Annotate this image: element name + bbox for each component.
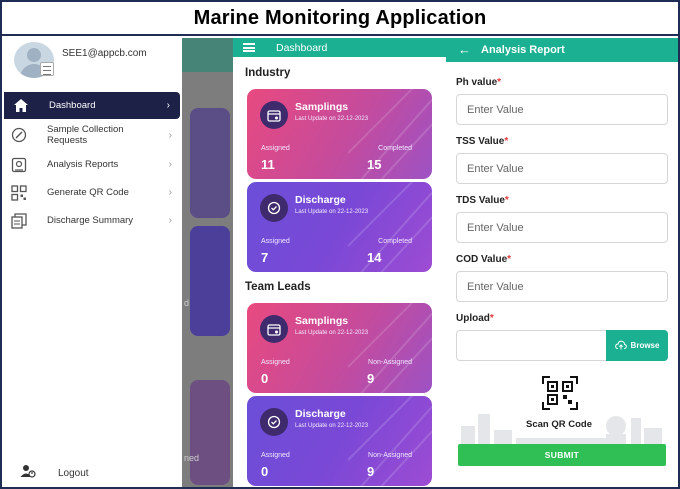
- report-header-title: Analysis Report: [481, 44, 565, 56]
- card-right-label: Completed: [378, 145, 412, 152]
- user-email: SEE1@appcb.com: [62, 48, 147, 59]
- industry-discharge-card[interactable]: Discharge Last Update on 22-12-2023 Assi…: [247, 182, 432, 272]
- logout-icon: [20, 464, 36, 483]
- browse-label: Browse: [630, 341, 660, 350]
- upload-label: Upload*: [456, 313, 494, 324]
- chevron-right-icon: ›: [166, 100, 170, 111]
- dashboard-screen: Dashboard Industry Samplings Last Update…: [233, 38, 446, 487]
- card-left-label: Assigned: [261, 238, 290, 245]
- menu-item-generate-qr[interactable]: Generate QR Code ›: [2, 179, 182, 206]
- background-card: [190, 226, 230, 336]
- tds-value-label: TDS Value*: [456, 195, 509, 206]
- menu-item-label: Dashboard: [49, 100, 96, 111]
- background-card: [190, 108, 230, 218]
- tds-value-input[interactable]: [456, 212, 668, 243]
- card-right-label: Completed: [378, 238, 412, 245]
- page-title-bar: Marine Monitoring Application: [2, 2, 678, 36]
- card-right-value: 9: [367, 371, 375, 386]
- card-left-label: Assigned: [261, 359, 290, 366]
- card-left-value: 0: [261, 464, 269, 479]
- card-right-label: Non-Assigned: [368, 359, 412, 366]
- hamburger-menu-icon[interactable]: [243, 43, 255, 52]
- card-right-value: 9: [367, 464, 375, 479]
- qr-grid-icon: [11, 184, 27, 201]
- cod-value-label: COD Value*: [456, 254, 512, 265]
- drawer-screen: d ned SEE1@appcb.com Dashboard › Sample: [2, 38, 233, 487]
- background-header: [180, 38, 233, 72]
- upload-field[interactable]: Browse: [456, 330, 668, 361]
- menu-item-dashboard[interactable]: Dashboard ›: [4, 92, 180, 119]
- documents-icon: [11, 212, 27, 229]
- menu-item-label: Generate QR Code: [47, 187, 129, 198]
- chevron-right-icon: ›: [168, 129, 172, 141]
- card-left-value: 7: [261, 250, 269, 265]
- menu-item-label: Discharge Summary: [47, 215, 134, 226]
- clipboard-link-icon: [11, 127, 27, 143]
- card-last-update: Last Update on 22-12-2023: [295, 116, 369, 122]
- submit-button[interactable]: SUBMIT: [458, 444, 666, 466]
- dashboard-header-title: Dashboard: [276, 41, 328, 54]
- background-text: d: [184, 298, 190, 308]
- teamleads-samplings-card[interactable]: Samplings Last Update on 22-12-2023 Assi…: [247, 303, 432, 393]
- tss-value-input[interactable]: [456, 153, 668, 184]
- drawer-menu: Dashboard › Sample Collection Requests ›…: [2, 92, 182, 235]
- card-left-label: Assigned: [261, 452, 290, 459]
- section-title-industry: Industry: [245, 67, 291, 79]
- menu-item-sample-collection[interactable]: Sample Collection Requests ›: [2, 120, 182, 150]
- card-title: Discharge: [295, 194, 346, 206]
- browse-button[interactable]: Browse: [606, 330, 668, 361]
- profile-doc-icon: [40, 62, 54, 76]
- report-icon: [11, 157, 27, 173]
- card-right-value: 14: [367, 250, 382, 265]
- industry-samplings-card[interactable]: Samplings Last Update on 22-12-2023 Assi…: [247, 89, 432, 179]
- chevron-right-icon: ›: [168, 159, 172, 170]
- card-title: Discharge: [295, 408, 346, 420]
- home-icon: [13, 98, 29, 114]
- card-left-label: Assigned: [261, 145, 290, 152]
- page-title: Marine Monitoring Application: [193, 6, 487, 29]
- card-right-value: 15: [367, 157, 382, 172]
- card-right-label: Non-Assigned: [368, 452, 412, 459]
- menu-item-discharge-summary[interactable]: Discharge Summary ›: [2, 207, 182, 234]
- calendar-icon: [260, 315, 288, 343]
- ph-value-input[interactable]: [456, 94, 668, 125]
- report-header: ← Analysis Report: [446, 38, 678, 62]
- scan-qr-button[interactable]: [541, 375, 579, 411]
- card-last-update: Last Update on 22-12-2023: [295, 423, 369, 429]
- card-title: Samplings: [295, 315, 349, 327]
- ph-value-label: Ph value*: [456, 77, 502, 88]
- card-last-update: Last Update on 22-12-2023: [295, 209, 369, 215]
- cloud-upload-icon: [614, 340, 627, 352]
- menu-item-label: Sample Collection Requests: [47, 124, 124, 146]
- section-title-team-leads: Team Leads: [245, 281, 311, 293]
- analysis-report-screen: ← Analysis Report Ph value* TSS Value* T…: [446, 38, 678, 487]
- dashboard-header: Dashboard: [233, 38, 446, 57]
- chevron-right-icon: ›: [168, 187, 172, 198]
- background-card: [190, 380, 230, 485]
- card-last-update: Last Update on 22-12-2023: [295, 330, 369, 336]
- check-circle-icon: [260, 408, 288, 436]
- menu-item-analysis-reports[interactable]: Analysis Reports ›: [2, 151, 182, 178]
- logout-button[interactable]: Logout: [20, 464, 170, 482]
- profile-header: SEE1@appcb.com: [14, 40, 174, 80]
- background-text: ned: [184, 453, 200, 463]
- tss-value-label: TSS Value*: [456, 136, 509, 147]
- logout-label: Logout: [58, 467, 89, 479]
- calendar-icon: [260, 101, 288, 129]
- back-arrow-icon[interactable]: ←: [458, 42, 471, 57]
- qr-code-icon: [541, 375, 579, 411]
- nav-drawer: SEE1@appcb.com Dashboard › Sample Collec…: [2, 38, 182, 487]
- scan-qr-label: Scan QR Code: [526, 419, 592, 430]
- card-left-value: 11: [261, 157, 275, 172]
- chevron-right-icon: ›: [168, 215, 172, 226]
- card-title: Samplings: [295, 101, 349, 113]
- teamleads-discharge-card[interactable]: Discharge Last Update on 22-12-2023 Assi…: [247, 396, 432, 486]
- cod-value-input[interactable]: [456, 271, 668, 302]
- menu-item-label: Analysis Reports: [47, 159, 119, 170]
- card-left-value: 0: [261, 371, 269, 386]
- check-circle-icon: [260, 194, 288, 222]
